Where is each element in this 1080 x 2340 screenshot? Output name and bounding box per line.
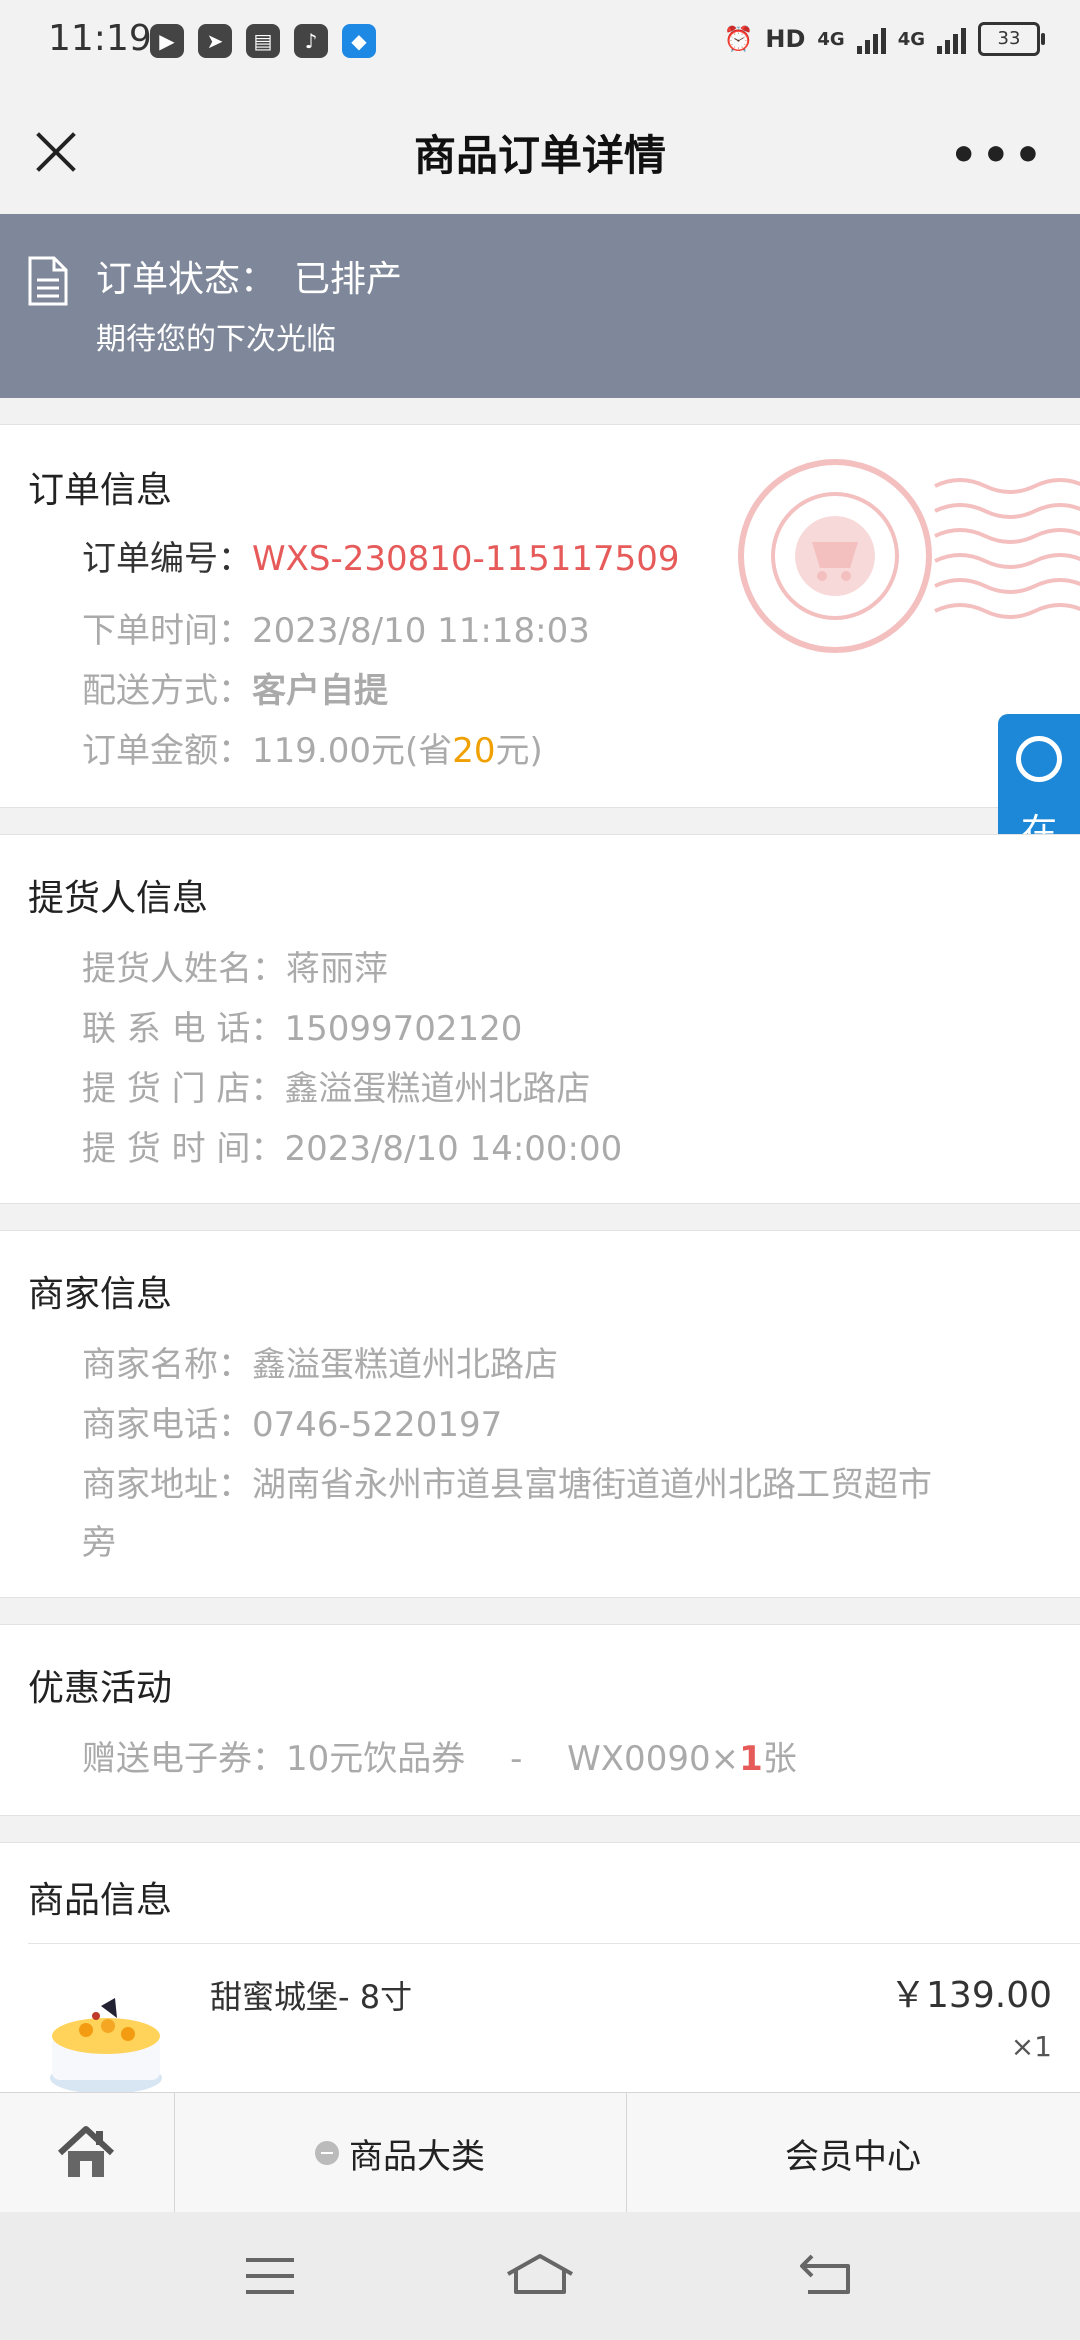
headset-icon [1016, 736, 1062, 782]
merchant-address-label: 商家地址： [82, 1465, 252, 1505]
pickup-name-value: 蒋丽萍 [286, 949, 388, 989]
hd-icon: HD [765, 25, 806, 53]
back-icon[interactable] [798, 2252, 854, 2296]
collection-stamp-icon [738, 459, 1080, 653]
section-title: 订单信息 [28, 470, 173, 511]
home-icon [57, 2126, 115, 2177]
product-price: ￥139.00 [890, 1975, 1052, 2016]
media-icon: ▶ [150, 24, 184, 58]
order-status-banner: 订单状态： 已排产 期待您的下次光临 [0, 214, 1080, 398]
amount-row: 订单金额：119.00元(省20元) [82, 723, 543, 772]
merchant-phone-label: 商家电话： [82, 1405, 252, 1445]
merchant-name-row: 商家名称：鑫溢蛋糕道州北路店 [82, 1337, 558, 1386]
pickup-store-value: 鑫溢蛋糕道州北路店 [284, 1069, 591, 1109]
signal-icon [856, 24, 886, 54]
delivery-value: 客户自提 [252, 671, 388, 711]
pickup-store-label: 提 货 门 店： [82, 1069, 285, 1109]
merchant-name-value: 鑫溢蛋糕道州北路店 [252, 1345, 558, 1385]
pickup-name-label: 提货人姓名： [82, 949, 286, 989]
signal-icon [937, 24, 966, 54]
home-outline-icon[interactable] [504, 2252, 576, 2296]
promotion-count: 1 [739, 1739, 763, 1779]
pickup-phone-row: 联 系 电 话：15099702120 [82, 1001, 522, 1050]
amount-value: 119.00元(省 [252, 731, 453, 771]
telegram-icon: ➤ [198, 24, 232, 58]
promotion-section: 优惠活动 赠送电子券：10元饮品券 - WX0090×1张 [0, 1624, 1080, 1816]
menu-icon[interactable] [244, 2256, 296, 2296]
pickup-time-row: 提 货 时 间：2023/8/10 14:00:00 [82, 1121, 622, 1170]
more-icon[interactable]: ••• [950, 130, 1046, 181]
section-title: 提货人信息 [28, 878, 209, 919]
order-status: 订单状态： 已排产 [96, 250, 402, 302]
page-title: 商品订单详情 [413, 131, 666, 180]
tab-member-center[interactable]: 会员中心 [626, 2093, 1080, 2213]
section-title: 商家信息 [28, 1274, 173, 1315]
network-label: 4G [817, 28, 845, 50]
order-status-subtitle: 期待您的下次光临 [96, 322, 336, 357]
order-time-row: 下单时间：2023/8/10 11:18:03 [82, 603, 590, 652]
map-icon: ◆ [342, 24, 376, 58]
pickup-info-section: 提货人信息 提货人姓名：蒋丽萍 联 系 电 话：15099702120 提 货 … [0, 834, 1080, 1204]
bus-icon: ▤ [246, 24, 280, 58]
order-time-label: 下单时间： [82, 611, 252, 651]
merchant-address-cont: 旁 [82, 1523, 116, 1563]
merchant-info-section: 商家信息 商家名称：鑫溢蛋糕道州北路店 商家电话：0746-5220197 商家… [0, 1230, 1080, 1598]
order-time-value: 2023/8/10 11:18:03 [252, 611, 590, 651]
tab-member-label: 会员中心 [785, 2136, 921, 2177]
amount-saved: 20 [452, 731, 496, 771]
network-label: 4G [897, 28, 925, 50]
cake-image[interactable] [46, 1986, 166, 2096]
nav-bar: 商品订单详情 ••• [0, 86, 1080, 214]
pickup-time-value: 2023/8/10 14:00:00 [284, 1129, 623, 1169]
battery-icon: 33 [978, 22, 1045, 56]
order-status-label: 订单状态： [96, 259, 277, 300]
system-nav-bar [0, 2212, 1080, 2340]
order-number-value: WXS-230810-115117509 [252, 539, 680, 579]
promotion-unit: 张 [762, 1739, 797, 1779]
pickup-time-label: 提 货 时 间： [82, 1129, 285, 1169]
product-quantity: ×1 [1010, 2030, 1052, 2063]
pickup-name-row: 提货人姓名：蒋丽萍 [82, 941, 388, 990]
product-name[interactable]: 甜蜜城堡- 8寸 [210, 1972, 412, 2018]
tab-home[interactable] [0, 2093, 175, 2213]
clock: 11:19 [48, 18, 152, 59]
status-bar: 11:19 ▶ ➤ ▤ ♪ ◆ ⏰ HD 4G 4G 33 [0, 0, 1080, 86]
divider [28, 1943, 1080, 1944]
pickup-phone-value[interactable]: 15099702120 [284, 1009, 522, 1049]
alarm-icon: ⏰ [723, 25, 754, 53]
merchant-phone-value[interactable]: 0746-5220197 [252, 1405, 502, 1445]
section-title: 优惠活动 [28, 1668, 173, 1709]
notification-icons: ▶ ➤ ▤ ♪ ◆ [150, 24, 376, 58]
tab-category-label: 商品大类 [349, 2136, 485, 2177]
section-title: 商品信息 [28, 1880, 173, 1921]
tiktok-icon: ♪ [294, 24, 328, 58]
order-number-label: 订单编号： [82, 539, 252, 579]
promotion-text: 赠送电子券：10元饮品券 - WX0090× [82, 1739, 740, 1779]
merchant-address-value: 湖南省永州市道县富塘街道道州北路工贸超市 [252, 1465, 932, 1505]
order-number-row: 订单编号：WXS-230810-115117509 [82, 531, 680, 580]
amount-label: 订单金额： [82, 731, 252, 771]
merchant-name-label: 商家名称： [82, 1345, 252, 1385]
delivery-row: 配送方式：客户自提 [82, 663, 388, 712]
merchant-phone-row: 商家电话：0746-5220197 [82, 1397, 502, 1446]
delivery-label: 配送方式： [82, 671, 252, 711]
pickup-store-row: 提 货 门 店：鑫溢蛋糕道州北路店 [82, 1061, 590, 1110]
amount-suffix: 元) [495, 731, 543, 771]
order-status-value: 已排产 [294, 259, 403, 300]
tab-category[interactable]: 商品大类 [174, 2093, 627, 2213]
document-icon [28, 256, 68, 306]
pickup-phone-label: 联 系 电 话： [82, 1009, 285, 1049]
promotion-row: 赠送电子券：10元饮品券 - WX0090×1张 [82, 1731, 797, 1780]
category-icon [315, 2141, 339, 2165]
bottom-tab-bar: 商品大类 会员中心 [0, 2092, 1080, 2213]
system-indicators: ⏰ HD 4G 4G 33 [723, 22, 1045, 56]
merchant-address-row: 商家地址：湖南省永州市道县富塘街道道州北路工贸超市 [82, 1457, 932, 1506]
